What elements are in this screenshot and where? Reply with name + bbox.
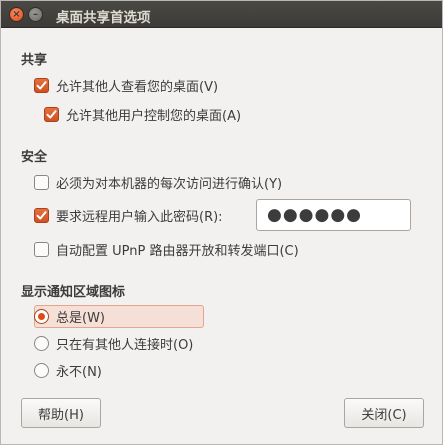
allow-control-checkbox-row[interactable]: 允许其他用户控制您的桌面(A): [44, 104, 241, 124]
only-connected-radio[interactable]: [34, 335, 49, 351]
require-password-label: 要求远程用户输入此密码(R):: [56, 209, 223, 225]
upnp-label: 自动配置 UPnP 路由器开放和转发端口(C): [56, 243, 299, 259]
checkmark-icon: [46, 109, 57, 118]
always-radio[interactable]: [34, 308, 49, 324]
close-icon: ×: [12, 8, 21, 20]
require-password-checkbox-row[interactable]: 要求远程用户输入此密码(R):: [34, 205, 223, 225]
desktop-sharing-preferences-window: × – 桌面共享首选项 共享 允许其他人查看您的桌面(V) 允许其他用户控制您的…: [0, 0, 443, 445]
never-radio[interactable]: [34, 362, 49, 378]
checkmark-icon: [36, 210, 47, 219]
confirm-access-checkbox-row[interactable]: 必须为对本机器的每次访问进行确认(Y): [34, 172, 282, 192]
minimize-icon: –: [33, 8, 38, 20]
close-window-button[interactable]: ×: [9, 7, 24, 22]
notification-heading: 显示通知区域图标: [21, 285, 126, 300]
window-title: 桌面共享首选项: [56, 10, 151, 26]
help-button[interactable]: 帮助(H): [21, 398, 101, 428]
upnp-checkbox[interactable]: [34, 241, 49, 257]
minimize-window-button[interactable]: –: [28, 7, 43, 22]
always-label: 总是(W): [56, 310, 105, 326]
title-bar: × – 桌面共享首选项: [1, 1, 442, 28]
allow-view-checkbox-row[interactable]: 允许其他人查看您的桌面(V): [34, 75, 218, 95]
always-radio-row[interactable]: 总是(W): [34, 306, 105, 326]
password-field[interactable]: ●●●●●●: [256, 199, 411, 231]
confirm-access-label: 必须为对本机器的每次访问进行确认(Y): [56, 176, 283, 192]
allow-control-checkbox[interactable]: [44, 106, 59, 122]
only-connected-radio-row[interactable]: 只在有其他人连接时(O): [34, 333, 193, 353]
never-label: 永不(N): [56, 364, 102, 380]
close-button[interactable]: 关闭(C): [344, 398, 424, 428]
allow-view-checkbox[interactable]: [34, 77, 49, 93]
never-radio-row[interactable]: 永不(N): [34, 360, 102, 380]
radio-dot-icon: [38, 312, 45, 320]
allow-control-label: 允许其他用户控制您的桌面(A): [66, 108, 242, 124]
sharing-heading: 共享: [21, 53, 48, 68]
confirm-access-checkbox[interactable]: [34, 174, 49, 190]
checkmark-icon: [36, 80, 47, 89]
security-heading: 安全: [21, 150, 48, 165]
upnp-checkbox-row[interactable]: 自动配置 UPnP 路由器开放和转发端口(C): [34, 239, 299, 259]
require-password-checkbox[interactable]: [34, 207, 49, 223]
allow-view-label: 允许其他人查看您的桌面(V): [56, 79, 219, 95]
only-connected-label: 只在有其他人连接时(O): [56, 337, 194, 353]
